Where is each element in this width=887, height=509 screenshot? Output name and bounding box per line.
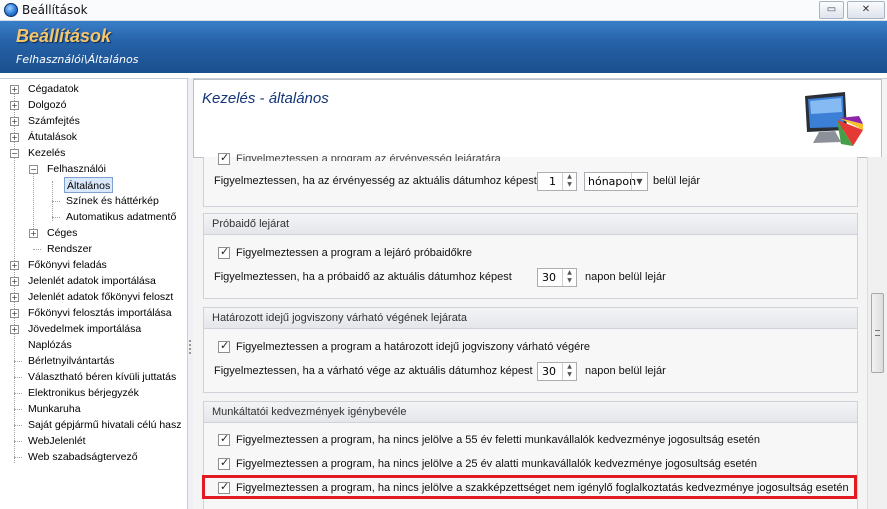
hatarozott-suffix: napon belül lejár bbox=[585, 365, 666, 377]
hatarozott-checkbox-label: Figyelmeztessen a program a határozott i… bbox=[236, 341, 591, 353]
expand-icon[interactable]: + bbox=[10, 309, 19, 318]
hatarozott-checkbox[interactable] bbox=[218, 339, 230, 353]
probaido-checkbox[interactable] bbox=[218, 245, 230, 259]
probaido-label: Figyelmeztessen, ha a próbaidő az aktuál… bbox=[214, 271, 512, 283]
close-button[interactable]: ✕ bbox=[847, 1, 885, 19]
kedvezmeny-55-label: Figyelmeztessen a program, ha nincs jelö… bbox=[236, 434, 761, 446]
tree-item-jelenlet-fokonyvi[interactable]: Jelenlét adatok főkönyvi feloszt bbox=[28, 289, 173, 305]
group-header: Határozott idejű jogviszony várható végé… bbox=[204, 308, 857, 329]
header-title: Beállítások bbox=[16, 26, 112, 46]
collapse-icon[interactable]: − bbox=[29, 165, 38, 174]
app-globe-icon bbox=[4, 3, 18, 17]
tree-item-valaszthato[interactable]: Választható béren kívüli juttatás bbox=[28, 369, 176, 385]
tree-item-ceges[interactable]: Céges bbox=[47, 225, 77, 241]
collapse-icon[interactable]: − bbox=[10, 149, 19, 158]
scrollbar-thumb[interactable] bbox=[871, 293, 884, 373]
tree-item-cegadatok[interactable]: Cégadatok bbox=[28, 81, 79, 97]
group-header: Munkáltatói kedvezmények igénybevéle bbox=[204, 402, 857, 423]
spinner-arrows-icon[interactable]: ▲ ▼ bbox=[562, 363, 576, 380]
expand-icon[interactable]: + bbox=[10, 277, 19, 286]
highlight-box bbox=[202, 475, 857, 499]
group-probaido: Próbaidő lejárat Figyelmeztessen a progr… bbox=[203, 213, 858, 299]
group-title: Munkáltatói kedvezmények igénybevéle bbox=[212, 406, 407, 418]
expand-icon[interactable]: + bbox=[10, 101, 19, 110]
group-ervenyesseg: Figyelmeztessen a program az érvényesség… bbox=[203, 151, 858, 207]
tree-item-jovedelmek[interactable]: Jövedelmek importálása bbox=[28, 321, 141, 337]
unit-select[interactable]: hónapon ▼ bbox=[584, 172, 648, 191]
tree-item-dolgozo[interactable]: Dolgozó bbox=[28, 97, 67, 113]
tree-item-webjelenlet[interactable]: WebJelenlét bbox=[28, 433, 86, 449]
group-title: Határozott idejű jogviszony várható végé… bbox=[212, 312, 467, 324]
tree-item-fokonyvi-feladas[interactable]: Főkönyvi feladás bbox=[28, 257, 107, 273]
probaido-checkbox-label: Figyelmeztessen a program a lejáró próba… bbox=[236, 247, 473, 259]
tree-item-felhasznaloi[interactable]: Felhasználói bbox=[47, 161, 106, 177]
expand-icon[interactable]: + bbox=[10, 293, 19, 302]
ervenyesseg-label: Figyelmeztessen, ha az érvényesség az ak… bbox=[214, 175, 537, 187]
tree-item-altalanos[interactable]: Általános bbox=[64, 177, 114, 193]
kedvezmeny-25-checkbox[interactable] bbox=[218, 456, 230, 470]
tree-item-munkaruha[interactable]: Munkaruha bbox=[28, 401, 81, 417]
hatarozott-spinner[interactable]: 30 ▲ ▼ bbox=[537, 362, 577, 381]
ervenyesseg-checkbox[interactable] bbox=[218, 151, 230, 165]
header-breadcrumb: Felhasználói\Általános bbox=[16, 53, 139, 66]
tree-item-sajat-gepjarmu[interactable]: Saját gépjármű hivatali célú hasz bbox=[28, 417, 182, 433]
settings-header: Beállítások Felhasználói\Általános bbox=[0, 21, 887, 73]
ervenyesseg-spinner[interactable]: 1 ▲ ▼ bbox=[537, 172, 577, 191]
probaido-suffix: napon belül lejár bbox=[585, 271, 666, 283]
monitor-palette-icon bbox=[805, 92, 863, 146]
chevron-down-icon[interactable]: ▼ bbox=[631, 173, 647, 190]
probaido-spinner[interactable]: 30 ▲ ▼ bbox=[537, 268, 577, 287]
close-icon: ✕ bbox=[861, 4, 871, 15]
tree-item-szinek[interactable]: Színek és háttérkép bbox=[66, 193, 159, 209]
expand-icon[interactable]: + bbox=[10, 325, 19, 334]
tree-item-rendszer[interactable]: Rendszer bbox=[47, 241, 92, 257]
ervenyesseg-suffix: belül lejár bbox=[653, 175, 701, 187]
group-title: Próbaidő lejárat bbox=[212, 218, 290, 230]
group-header: Próbaidő lejárat bbox=[204, 214, 857, 235]
window-title: Beállítások bbox=[22, 3, 88, 17]
tree-item-naplozas[interactable]: Naplózás bbox=[28, 337, 72, 353]
expand-icon[interactable]: + bbox=[10, 85, 19, 94]
tree-item-kezeles[interactable]: Kezelés bbox=[28, 145, 65, 161]
tree-item-atutalasok[interactable]: Átutalások bbox=[28, 129, 77, 145]
expand-icon[interactable]: + bbox=[10, 117, 19, 126]
spinner-arrows-icon[interactable]: ▲ ▼ bbox=[562, 269, 576, 286]
content-title: Kezelés - általános bbox=[202, 90, 329, 107]
kedvezmeny-55-checkbox[interactable] bbox=[218, 432, 230, 446]
content-scrollbar[interactable] bbox=[867, 157, 887, 509]
title-bar: Beállítások ▭ ✕ bbox=[0, 0, 887, 21]
restore-icon: ▭ bbox=[826, 4, 837, 15]
content-panel: Kezelés - általános Figyelmeztessen a pr… bbox=[193, 78, 887, 509]
tree-item-berlet[interactable]: Bérletnyilvántartás bbox=[28, 353, 114, 369]
restore-button[interactable]: ▭ bbox=[819, 1, 844, 19]
ervenyesseg-checkbox-label: Figyelmeztessen a program az érvényesség… bbox=[236, 153, 501, 161]
tree-item-elektronikus[interactable]: Elektronikus bérjegyzék bbox=[28, 385, 139, 401]
expand-icon[interactable]: + bbox=[10, 261, 19, 270]
hatarozott-label: Figyelmeztessen, ha a várható vége az ak… bbox=[214, 365, 533, 377]
tree-item-automatikus-adatmento[interactable]: Automatikus adatmentő bbox=[66, 209, 176, 225]
settings-tree: + Cégadatok + Dolgozó + Számfejtés + Átu… bbox=[0, 78, 188, 509]
expand-icon[interactable]: + bbox=[10, 133, 19, 142]
content-header: Kezelés - általános bbox=[193, 79, 882, 158]
kedvezmeny-25-label: Figyelmeztessen a program, ha nincs jelö… bbox=[236, 458, 757, 470]
expand-icon[interactable]: + bbox=[29, 229, 38, 238]
tree-item-jelenlet-import[interactable]: Jelenlét adatok importálása bbox=[28, 273, 156, 289]
tree-item-szamfejtes[interactable]: Számfejtés bbox=[28, 113, 80, 129]
spinner-arrows-icon[interactable]: ▲ ▼ bbox=[562, 173, 576, 190]
tree-item-web-szabadsag[interactable]: Web szabadságtervező bbox=[28, 449, 138, 465]
tree-item-fokonyvi-felosztas[interactable]: Főkönyvi felosztás importálása bbox=[28, 305, 172, 321]
group-hatarozott: Határozott idejű jogviszony várható végé… bbox=[203, 307, 858, 393]
